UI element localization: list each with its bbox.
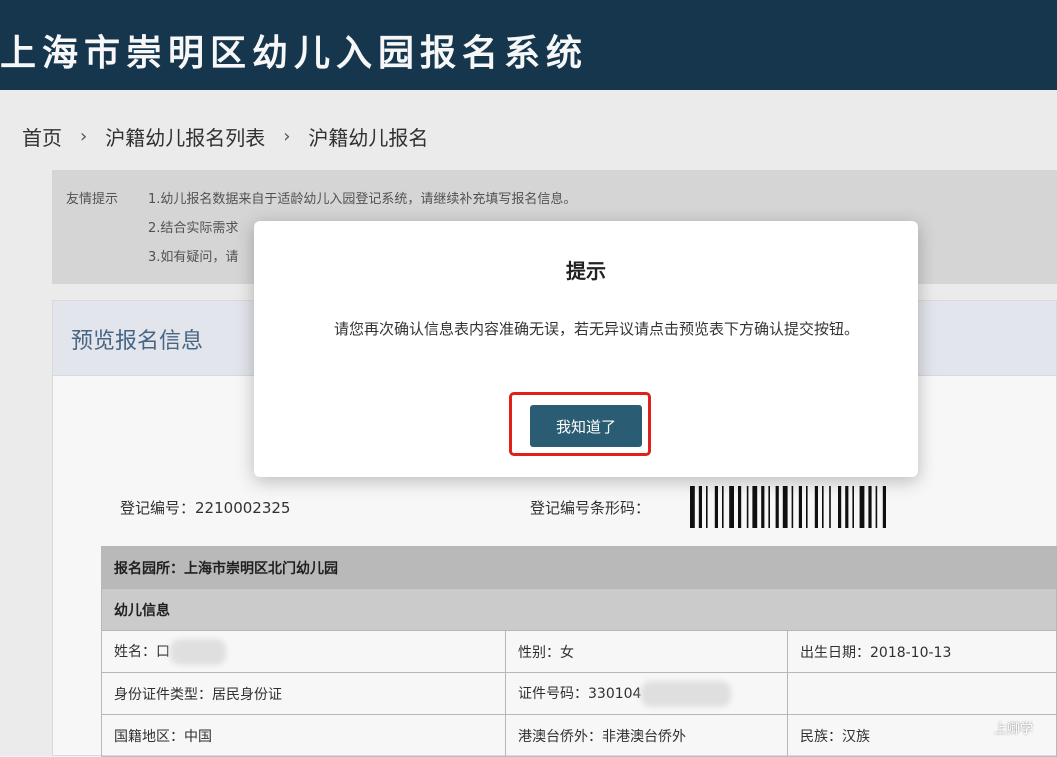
dialog-title: 提示 bbox=[566, 259, 606, 283]
watermark: 上卿学 bbox=[994, 722, 1034, 737]
annotation-highlight-box bbox=[509, 392, 651, 456]
dialog-message: 请您再次确认信息表内容准确无误，若无异议请点击预览表下方确认提交按钮。 bbox=[334, 320, 860, 338]
